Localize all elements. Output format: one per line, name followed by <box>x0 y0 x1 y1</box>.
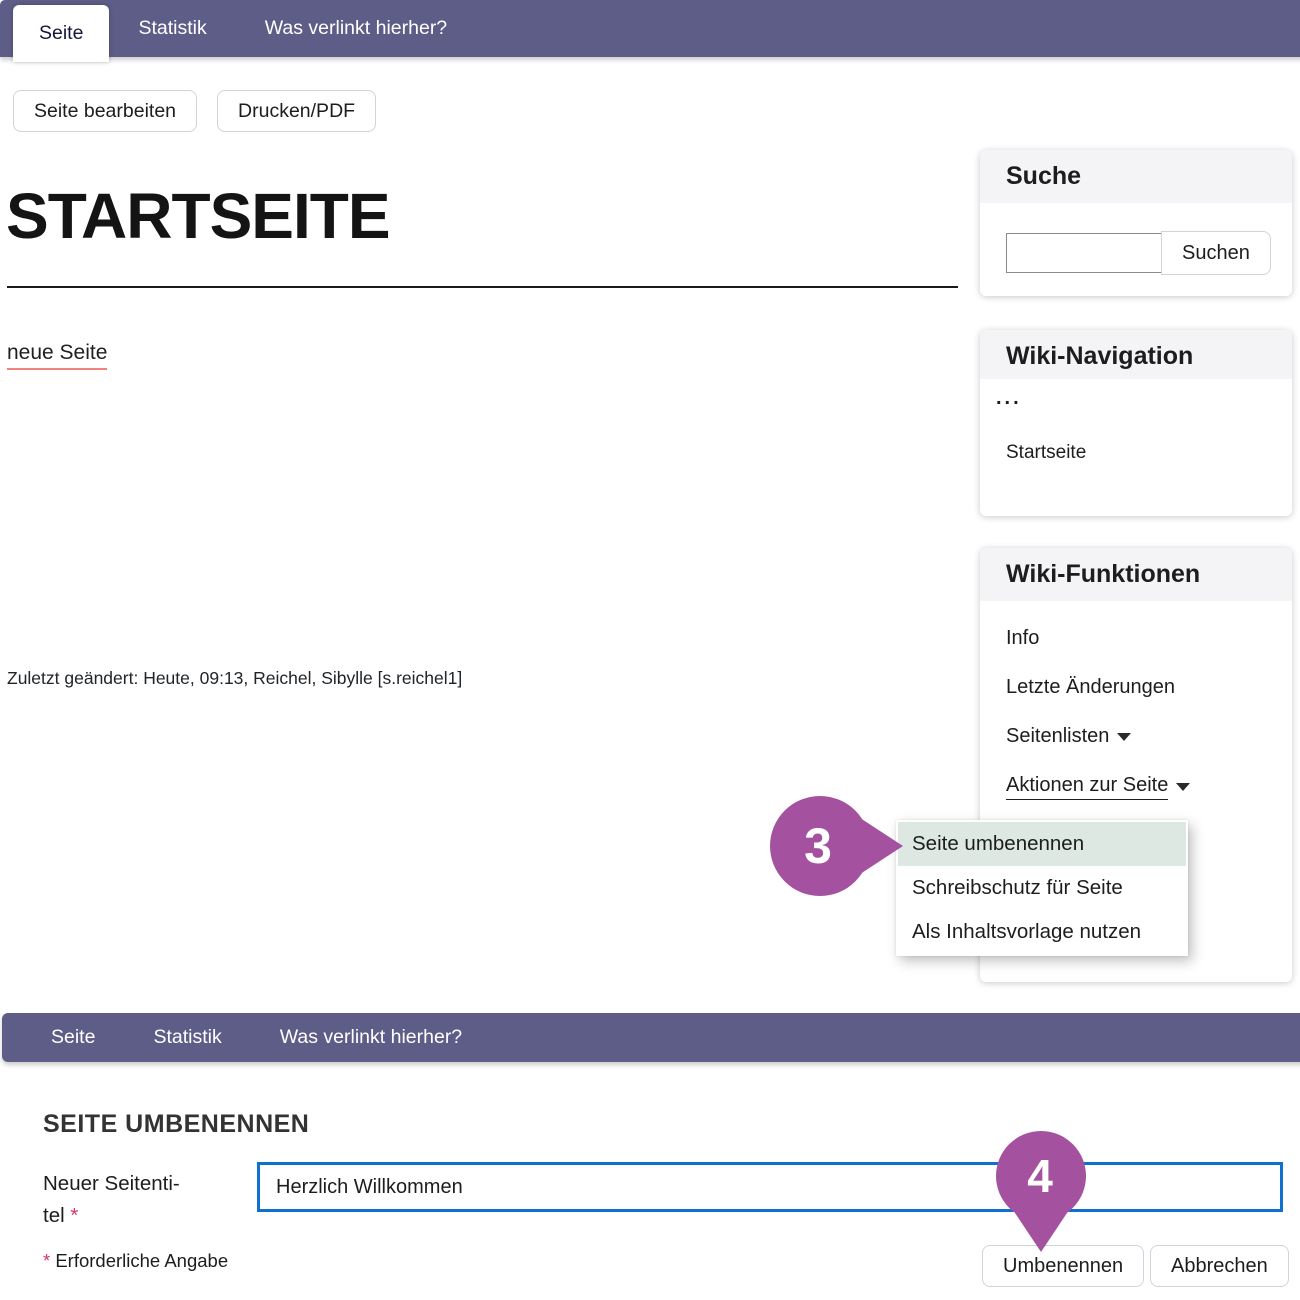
top-tab-bar: Seite Statistik Was verlinkt hierher? <box>0 0 1300 57</box>
search-box-title: Suche <box>980 150 1292 203</box>
required-field-note: * Erforderliche Angabe <box>43 1250 228 1272</box>
rename-section-title: SEITE UMBENENNEN <box>43 1110 309 1139</box>
page-actions-menu: Seite umbenennen Schreibschutz für Seite… <box>896 820 1188 956</box>
tab-seite-2[interactable]: Seite <box>22 1013 124 1062</box>
ellipsis-toggle[interactable]: ... <box>996 387 1292 410</box>
func-item-seitenlisten[interactable]: Seitenlisten <box>1006 725 1266 748</box>
edit-page-button[interactable]: Seite bearbeiten <box>13 90 197 132</box>
wiki-navigation-title: Wiki-Navigation <box>980 330 1292 379</box>
annotation-step-number: 3 <box>804 818 832 874</box>
page-toolbar: Seite bearbeiten Drucken/PDF <box>13 90 376 132</box>
tab-statistik-2[interactable]: Statistik <box>124 1013 250 1062</box>
tab-was-verlinkt-hierher-2[interactable]: Was verlinkt hierher? <box>251 1013 491 1062</box>
page-title: STARTSEITE <box>6 183 390 250</box>
func-item-info-label: Info <box>1006 627 1039 650</box>
chevron-down-icon <box>1117 733 1131 741</box>
rename-cancel-button[interactable]: Abbrechen <box>1150 1245 1289 1287</box>
menu-item-seite-umbenennen[interactable]: Seite umbenennen <box>898 822 1186 866</box>
new-title-label-line2: tel <box>43 1204 65 1227</box>
required-asterisk-icon: * <box>70 1204 78 1227</box>
search-input[interactable] <box>1006 233 1162 273</box>
last-modified-text: Zuletzt geändert: Heute, 09:13, Reichel,… <box>7 668 462 689</box>
wiki-functions-body: Info Letzte Änderungen Seitenlisten Akti… <box>980 601 1292 800</box>
title-divider <box>7 286 958 288</box>
wiki-page: Seite Statistik Was verlinkt hierher? Se… <box>0 0 1300 1300</box>
new-page-link[interactable]: neue Seite <box>7 341 107 370</box>
func-item-info[interactable]: Info <box>1006 627 1266 650</box>
func-item-aktionen-zur-seite[interactable]: Aktionen zur Seite <box>1006 774 1266 800</box>
print-pdf-button[interactable]: Drucken/PDF <box>217 90 376 132</box>
wiki-navigation-body: Startseite <box>980 412 1292 494</box>
func-item-actions-label: Aktionen zur Seite <box>1006 774 1168 800</box>
new-title-input[interactable] <box>257 1162 1283 1212</box>
wiki-functions-title: Wiki-Funktionen <box>980 548 1292 601</box>
menu-item-inhaltsvorlage[interactable]: Als Inhaltsvorlage nutzen <box>898 910 1186 954</box>
annotation-balloon-3: 3 <box>762 794 904 898</box>
new-title-label: Neuer Seitenti- tel * <box>43 1168 228 1232</box>
required-asterisk-icon: * <box>43 1250 50 1271</box>
search-button[interactable]: Suchen <box>1161 231 1271 275</box>
func-item-letzte-aenderungen[interactable]: Letzte Änderungen <box>1006 676 1266 699</box>
annotation-step-number: 4 <box>1027 1150 1053 1202</box>
tab-was-verlinkt-hierher[interactable]: Was verlinkt hierher? <box>236 0 476 57</box>
tab-statistik[interactable]: Statistik <box>109 0 235 57</box>
search-box: Suche Suchen <box>980 150 1292 296</box>
func-item-changes-label: Letzte Änderungen <box>1006 676 1175 699</box>
bottom-tab-bar: Seite Statistik Was verlinkt hierher? <box>2 1013 1300 1062</box>
required-field-note-text: Erforderliche Angabe <box>55 1250 228 1271</box>
new-title-label-line1: Neuer Seitenti- <box>43 1172 180 1195</box>
chevron-down-icon <box>1176 783 1190 791</box>
menu-item-schreibschutz[interactable]: Schreibschutz für Seite <box>898 866 1186 910</box>
func-item-lists-label: Seitenlisten <box>1006 725 1109 748</box>
search-form: Suchen <box>980 203 1292 275</box>
wiki-navigation-box: Wiki-Navigation ... Startseite <box>980 330 1292 516</box>
nav-link-startseite[interactable]: Startseite <box>1006 442 1086 463</box>
annotation-balloon-4: 4 <box>995 1130 1089 1254</box>
tab-seite[interactable]: Seite <box>13 5 109 62</box>
